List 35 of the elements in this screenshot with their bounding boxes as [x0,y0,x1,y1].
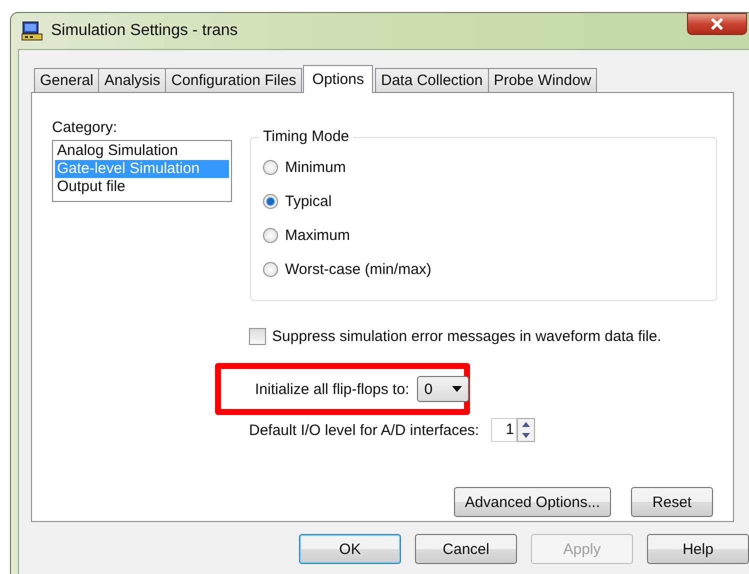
tab[interactable]: Data Collection [375,68,489,92]
window-title: Simulation Settings - trans [51,22,238,40]
close-icon [710,18,724,30]
checkbox[interactable] [249,328,266,344]
spin-field[interactable]: 1 [491,418,518,442]
list-item[interactable]: Analog Simulation [55,142,229,160]
dialog-button[interactable]: Help [647,534,749,564]
radio-button[interactable] [263,194,278,208]
close-button[interactable] [687,13,747,35]
field-label: Initialize all flip-flops to: [255,380,410,398]
tab[interactable]: Options [303,65,373,93]
radio-label: Worst-case (min/max) [285,260,432,278]
checkbox-label: Suppress simulation error messages in waveform data file. [272,328,662,344]
radio-button[interactable] [263,228,278,242]
radio-label: Minimum [285,158,346,176]
radio-label: Maximum [285,226,350,244]
tab[interactable]: Configuration Files [165,68,302,92]
spin-buttons[interactable] [517,418,536,442]
panel-button[interactable]: Reset [631,487,713,517]
tab[interactable]: Analysis [98,68,166,92]
computer-icon [21,20,43,42]
group-title: Timing Mode [259,128,354,146]
category-label: Category: [52,119,118,136]
dropdown[interactable]: 0 [417,376,470,402]
radio-label: Typical [285,192,332,210]
radio-button[interactable] [263,262,278,276]
panel-button[interactable]: Advanced Options... [454,487,611,517]
list-item[interactable]: Output file [55,178,229,196]
tab[interactable]: Probe Window [488,68,598,92]
field-label: Default I/O level for A/D interfaces: [249,422,480,438]
dialog-button[interactable]: OK [299,534,401,564]
tab[interactable]: General [34,68,100,92]
caret-icon [452,386,462,392]
dialog-button[interactable]: Cancel [415,534,517,564]
radio-button[interactable] [263,160,278,174]
